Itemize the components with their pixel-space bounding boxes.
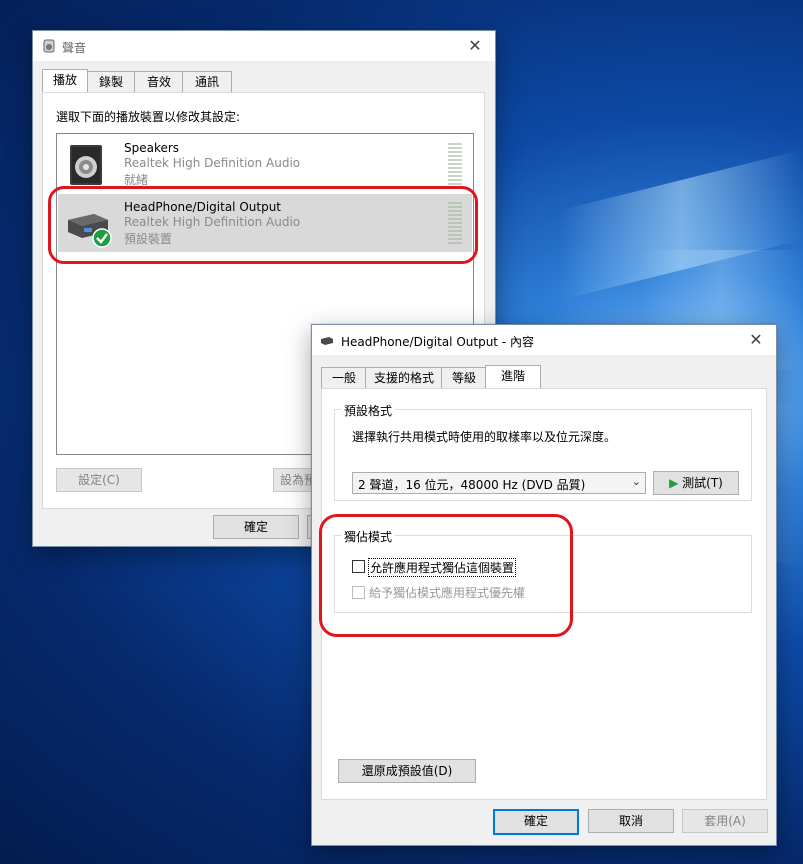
sound-ok-button[interactable]: 確定 — [213, 515, 299, 539]
test-button-label: 測試(T) — [682, 476, 723, 490]
restore-defaults-button[interactable]: 還原成預設值(D) — [338, 759, 476, 783]
sound-titlebar: 聲音 ✕ — [33, 31, 495, 61]
device-speakers[interactable]: Speakers Realtek High Definition Audio 就… — [58, 135, 472, 193]
close-icon: ✕ — [468, 36, 482, 55]
tab-advanced[interactable]: 進階 — [485, 365, 541, 388]
tab-playback[interactable]: 播放 — [42, 69, 88, 92]
format-select[interactable]: 2 聲道，16 位元，48000 Hz (DVD 品質) ⌄ — [352, 472, 646, 494]
device-driver: Realtek High Definition Audio — [124, 156, 301, 170]
properties-tabs: 一般 支援的格式 等級 進階 — [321, 365, 761, 389]
sound-close-button[interactable]: ✕ — [455, 31, 495, 61]
format-select-value: 2 聲道，16 位元，48000 Hz (DVD 品質) — [358, 478, 586, 492]
tab-recording[interactable]: 錄製 — [86, 71, 136, 92]
playback-instruction: 選取下面的播放裝置以修改其設定: — [56, 110, 241, 124]
default-format-title: 預設格式 — [341, 402, 396, 419]
tab-communications[interactable]: 通訊 — [182, 71, 232, 92]
properties-title: HeadPhone/Digital Output - 內容 — [341, 335, 534, 349]
properties-cancel-button[interactable]: 取消 — [588, 809, 674, 833]
exclusive-mode-highlight-annotation — [319, 514, 573, 637]
sound-title: 聲音 — [62, 41, 87, 55]
speaker-app-icon — [43, 39, 55, 53]
tab-supported-formats[interactable]: 支援的格式 — [365, 367, 443, 388]
headphone-highlight-annotation — [48, 186, 478, 264]
properties-titlebar: HeadPhone/Digital Output - 內容 ✕ — [312, 325, 776, 355]
speaker-device-icon — [66, 143, 106, 190]
apply-button[interactable]: 套用(A) — [682, 809, 768, 833]
tab-general[interactable]: 一般 — [321, 367, 367, 388]
chevron-down-icon: ⌄ — [631, 475, 641, 488]
tab-levels[interactable]: 等級 — [441, 367, 487, 388]
configure-button[interactable]: 設定(C) — [56, 468, 142, 492]
play-icon: ▶ — [669, 476, 679, 490]
digital-output-app-icon — [320, 335, 334, 349]
properties-close-button[interactable]: ✕ — [736, 325, 776, 355]
test-button[interactable]: ▶ 測試(T) — [653, 471, 739, 495]
properties-ok-button[interactable]: 確定 — [493, 809, 579, 835]
sound-tabs: 播放 錄製 音效 通訊 — [42, 69, 482, 93]
default-format-description: 選擇執行共用模式時使用的取樣率以及位元深度。 — [352, 430, 617, 444]
close-icon: ✕ — [749, 330, 763, 349]
default-format-group: 預設格式 選擇執行共用模式時使用的取樣率以及位元深度。 2 聲道，16 位元，4… — [334, 402, 752, 501]
level-meter — [448, 143, 462, 185]
tab-sounds[interactable]: 音效 — [134, 71, 184, 92]
device-name: Speakers — [124, 141, 180, 155]
